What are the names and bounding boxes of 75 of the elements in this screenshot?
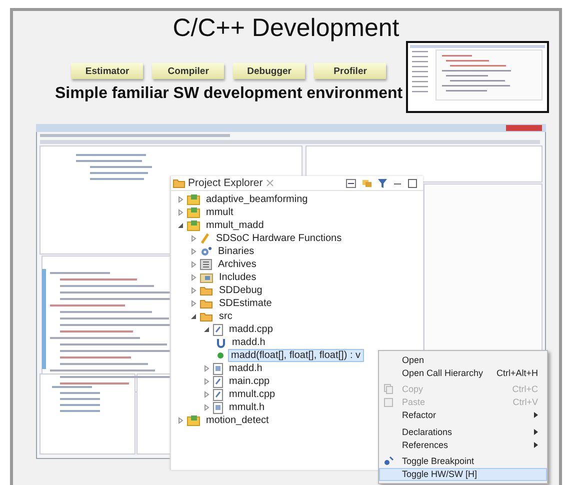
- tool-label: Profiler: [314, 63, 386, 79]
- tree-item[interactable]: mmult.h: [226, 401, 268, 414]
- folder-icon: [200, 285, 213, 296]
- collapsed-arrow-icon[interactable]: [203, 378, 210, 385]
- tool-label: Compiler: [152, 63, 224, 79]
- menu-item[interactable]: Toggle Breakpoint: [379, 454, 547, 468]
- menu-item[interactable]: References: [379, 438, 547, 452]
- menu-item[interactable]: Open Call Hierarchy Ctrl+Alt+H: [379, 366, 547, 380]
- tree-item[interactable]: SDSoC Hardware Functions: [213, 232, 345, 245]
- header-file-icon: [213, 402, 223, 414]
- maximize-icon[interactable]: [408, 178, 417, 188]
- tree-item[interactable]: main.cpp: [226, 375, 273, 388]
- menu-item[interactable]: Open: [379, 353, 547, 366]
- archive-icon: [200, 259, 212, 270]
- menu-item[interactable]: Declarations: [379, 424, 547, 438]
- folder-icon: [200, 298, 213, 309]
- collapsed-arrow-icon[interactable]: [190, 261, 197, 268]
- tree-item[interactable]: mmult_madd: [203, 219, 267, 232]
- slide-subtitle: Simple familiar SW development environment: [55, 85, 403, 103]
- collapsed-arrow-icon[interactable]: [203, 391, 210, 398]
- source-file-icon: [213, 388, 223, 400]
- expanded-arrow-icon[interactable]: [203, 326, 210, 333]
- tree-item[interactable]: motion_detect: [203, 414, 272, 427]
- collapsed-arrow-icon[interactable]: [177, 417, 184, 424]
- close-icon[interactable]: [266, 179, 274, 187]
- collapsed-arrow-icon[interactable]: [190, 248, 197, 255]
- tree-item[interactable]: madd.h: [226, 362, 266, 375]
- include-icon: [216, 338, 226, 348]
- gear-icon: [200, 246, 212, 257]
- collapse-all-icon[interactable]: [346, 178, 356, 188]
- project-folder-icon: [187, 207, 200, 218]
- tree-item[interactable]: mmult.cpp: [226, 388, 278, 401]
- tree-item[interactable]: Includes: [216, 271, 260, 284]
- breakpoint-icon: [384, 456, 394, 466]
- collapsed-arrow-icon[interactable]: [190, 235, 197, 242]
- source-file-icon: [213, 376, 223, 388]
- tree-item[interactable]: madd.h: [229, 336, 268, 349]
- collapsed-arrow-icon[interactable]: [190, 300, 197, 307]
- tree-item[interactable]: madd.cpp: [226, 323, 276, 336]
- expanded-arrow-icon[interactable]: [190, 313, 197, 320]
- tree-item[interactable]: Binaries: [215, 245, 258, 258]
- folder-icon: [173, 178, 185, 188]
- tree-item[interactable]: Archives: [215, 258, 260, 271]
- project-folder-icon: [187, 194, 200, 205]
- header-file-icon: [213, 362, 223, 374]
- collapsed-arrow-icon[interactable]: [203, 404, 210, 411]
- tree-item[interactable]: SDEstimate: [216, 297, 275, 310]
- project-folder-icon: [187, 220, 200, 231]
- filter-icon[interactable]: [378, 178, 387, 188]
- function-icon: [216, 351, 225, 360]
- wand-icon: [200, 233, 210, 244]
- collapsed-arrow-icon[interactable]: [177, 196, 184, 203]
- link-icon[interactable]: [362, 178, 372, 188]
- tree-item[interactable]: src: [216, 310, 236, 323]
- source-file-icon: [213, 324, 223, 336]
- collapsed-arrow-icon[interactable]: [177, 209, 184, 216]
- tool-label: Estimator: [71, 63, 144, 79]
- menu-item[interactable]: Refactor: [379, 408, 547, 422]
- clipboard-icon: [384, 397, 393, 408]
- tree-item[interactable]: adaptive_beamforming: [203, 193, 311, 206]
- tool-label: Debugger: [233, 63, 306, 79]
- slide-title: C/C++ Development: [172, 13, 400, 43]
- copy-icon: [384, 384, 393, 394]
- tree-item[interactable]: SDDebug: [216, 284, 266, 297]
- collapsed-arrow-icon[interactable]: [190, 274, 197, 281]
- expanded-arrow-icon[interactable]: [177, 222, 184, 229]
- tree-item[interactable]: madd(float[], float[], float[]) : v: [228, 349, 364, 362]
- include-folder-icon: [200, 272, 213, 283]
- panel-title: Project Explorer: [188, 177, 263, 189]
- tree-item[interactable]: mmult: [203, 206, 236, 219]
- menu-item[interactable]: Toggle HW/SW [H]: [379, 468, 547, 481]
- folder-icon: [200, 311, 213, 322]
- project-folder-icon: [187, 415, 200, 426]
- collapsed-arrow-icon[interactable]: [190, 287, 197, 294]
- collapsed-arrow-icon[interactable]: [203, 365, 210, 372]
